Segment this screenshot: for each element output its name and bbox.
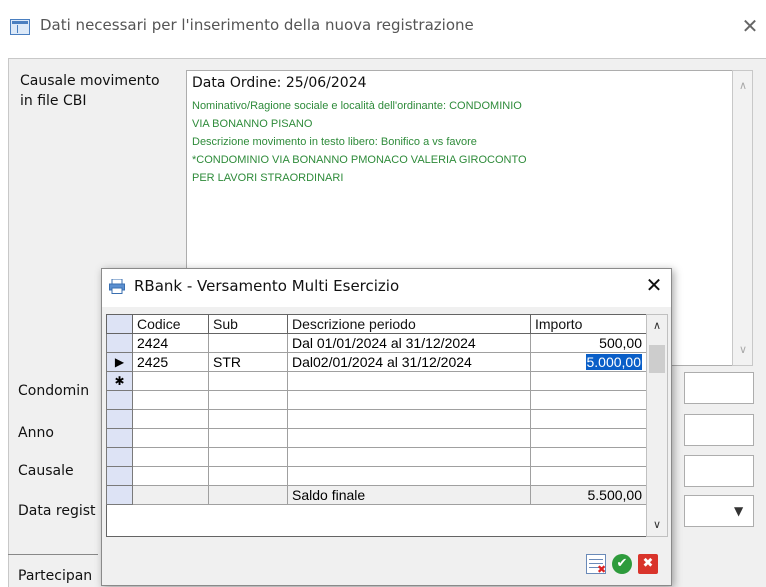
sub-cell[interactable]: STR: [208, 352, 288, 372]
column-header-descrizione[interactable]: Descrizione periodo: [287, 314, 531, 334]
new-row[interactable]: ✱: [106, 371, 647, 391]
scroll-up-icon[interactable]: ∧: [736, 79, 750, 92]
descrizione-cell[interactable]: [287, 371, 531, 391]
new-row-asterisk-icon[interactable]: ✱: [106, 371, 133, 391]
codice-cell[interactable]: 2424: [132, 333, 209, 353]
dialog-close-button[interactable]: ✕: [642, 273, 666, 297]
memo-header-text: Data Ordine: 25/06/2024: [192, 75, 367, 91]
empty-row: [106, 390, 647, 410]
codice-cell[interactable]: [132, 371, 209, 391]
importo-cell-selected[interactable]: 5.000,00: [530, 352, 647, 372]
column-header-sub[interactable]: Sub: [208, 314, 288, 334]
grid-scrollbar[interactable]: ∧ ∨: [646, 314, 668, 537]
sub-cell[interactable]: [208, 333, 288, 353]
column-header-codice[interactable]: Codice: [132, 314, 209, 334]
importo-cell[interactable]: [530, 371, 647, 391]
empty-row: [106, 466, 647, 486]
esercizi-table: Codice Sub Descrizione periodo Importo 2…: [106, 314, 647, 505]
saldo-finale-value: 5.500,00: [530, 485, 647, 505]
saldo-finale-label: Saldo finale: [287, 485, 531, 505]
window-close-button[interactable]: ✕: [740, 14, 760, 38]
column-header-importo[interactable]: Importo: [530, 314, 647, 334]
confirm-button[interactable]: ✔: [612, 554, 632, 574]
table-row[interactable]: ▶ 2425 STR Dal02/01/2024 al 31/12/2024 5…: [106, 352, 647, 372]
memo-body-text: Nominativo/Ragione sociale e località de…: [192, 100, 527, 184]
descrizione-cell[interactable]: Dal 01/01/2024 al 31/12/2024: [287, 333, 531, 353]
anno-field[interactable]: [684, 414, 754, 446]
scroll-down-icon[interactable]: ∨: [650, 518, 664, 531]
causale-label-line2: in file CBI: [20, 93, 87, 109]
scroll-thumb[interactable]: [649, 345, 665, 373]
empty-row: [106, 447, 647, 467]
scroll-up-icon[interactable]: ∧: [650, 319, 664, 332]
sub-cell[interactable]: [208, 371, 288, 391]
memo-scrollbar[interactable]: ∧ ∨: [732, 70, 753, 366]
window-app-icon: [10, 19, 30, 35]
dialog-title: RBank - Versamento Multi Esercizio: [134, 277, 400, 295]
codice-cell[interactable]: 2425: [132, 352, 209, 372]
descrizione-cell[interactable]: Dal02/01/2024 al 31/12/2024: [287, 352, 531, 372]
anno-label: Anno: [18, 425, 54, 441]
table-delete-icon: ✖: [597, 563, 607, 576]
table-footer-row: Saldo finale 5.500,00: [106, 485, 647, 505]
causale-label-line1: Causale movimento: [20, 73, 160, 89]
row-indicator[interactable]: [106, 333, 133, 353]
table-row[interactable]: 2424 Dal 01/01/2024 al 31/12/2024 500,00: [106, 333, 647, 353]
empty-row: [106, 409, 647, 429]
condominio-field[interactable]: [684, 372, 754, 404]
importo-cell[interactable]: 500,00: [530, 333, 647, 353]
condominio-label: Condomin: [18, 383, 90, 399]
header-indicator-cell: [106, 314, 133, 334]
printer-icon: [109, 279, 125, 294]
scroll-down-icon[interactable]: ∨: [736, 343, 750, 356]
table-header-row: Codice Sub Descrizione periodo Importo: [106, 314, 647, 334]
data-registrazione-select[interactable]: [684, 495, 754, 527]
causale-label: Causale: [18, 463, 74, 479]
cancel-button[interactable]: ✖: [638, 554, 658, 574]
window-title: Dati necessari per l'inserimento della n…: [40, 16, 474, 34]
chevron-down-icon[interactable]: ▼: [734, 504, 743, 518]
current-row-indicator-icon[interactable]: ▶: [106, 352, 133, 372]
delete-row-button[interactable]: ✖: [586, 554, 607, 576]
causale-field[interactable]: [684, 455, 754, 487]
partecipante-label: Partecipan: [18, 568, 93, 584]
data-registrazione-label: Data regist: [18, 503, 96, 519]
section-divider: [8, 554, 98, 555]
empty-row: [106, 428, 647, 448]
selected-importo-value[interactable]: 5.000,00: [585, 354, 642, 370]
